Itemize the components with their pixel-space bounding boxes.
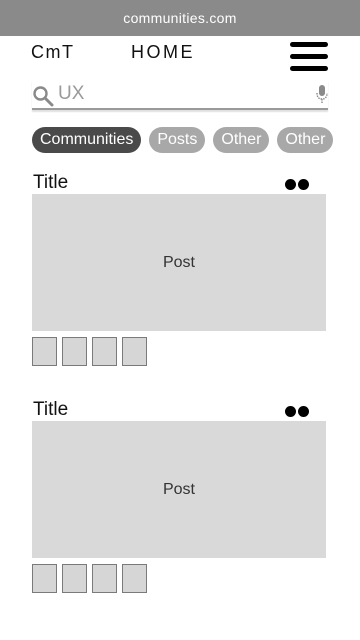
filter-chip-communities[interactable]: Communities <box>32 127 142 153</box>
thumbnail[interactable] <box>62 337 87 366</box>
post-image[interactable]: Post <box>32 421 326 558</box>
filter-tabs: Communities Posts Other Other <box>32 127 360 153</box>
post-image[interactable]: Post <box>32 194 326 331</box>
microphone-icon[interactable] <box>316 85 328 105</box>
thumbnail-row <box>32 564 152 593</box>
app-header: CmT HOME <box>0 36 360 78</box>
card-title[interactable]: Title <box>33 172 68 194</box>
search-icon[interactable] <box>32 85 54 107</box>
thumbnail[interactable] <box>62 564 87 593</box>
page-title: HOME <box>131 42 195 62</box>
thumbnail-row <box>32 337 152 366</box>
search-bar <box>32 80 328 110</box>
thumbnail[interactable] <box>32 564 57 593</box>
thumbnail[interactable] <box>92 337 117 366</box>
card-title[interactable]: Title <box>33 399 68 421</box>
filter-chip-other[interactable]: Other <box>213 127 270 153</box>
filter-chip-other-2[interactable]: Other <box>277 127 334 153</box>
thumbnail[interactable] <box>122 564 147 593</box>
search-input[interactable] <box>58 80 298 108</box>
filter-chip-posts[interactable]: Posts <box>149 127 206 153</box>
thumbnail[interactable] <box>122 337 147 366</box>
browser-url-bar[interactable]: communities.com <box>0 0 360 36</box>
more-dots-icon[interactable] <box>285 404 323 435</box>
more-dots-icon[interactable] <box>285 177 323 208</box>
app-logo[interactable]: CmT <box>31 42 75 63</box>
hamburger-menu-icon[interactable] <box>290 42 328 72</box>
thumbnail[interactable] <box>92 564 117 593</box>
thumbnail[interactable] <box>32 337 57 366</box>
url-text: communities.com <box>123 10 237 26</box>
